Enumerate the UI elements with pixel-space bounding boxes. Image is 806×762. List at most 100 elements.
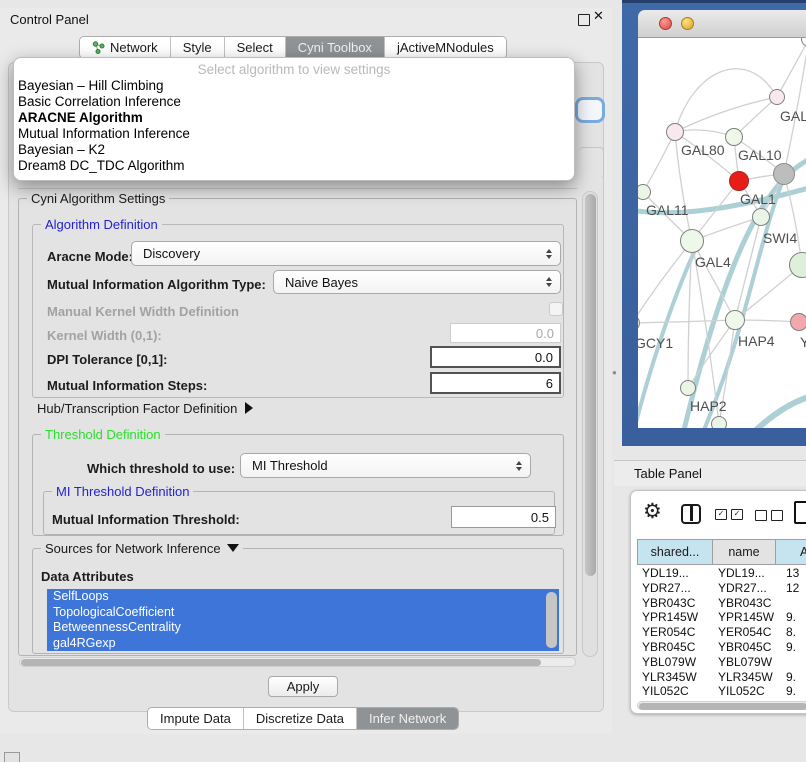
dropdown-item-aracne-algorithm[interactable]: ARACNE Algorithm [14, 110, 574, 126]
attribute-item-topologicalcoefficient[interactable]: TopologicalCoefficient [47, 605, 559, 621]
network-window[interactable]: GALGAL80GAL10GAL1GAL11SWI4GAL4GCY1HAP4YH… [622, 0, 806, 446]
mi-algorithm-type-select[interactable]: Naive Bayes [273, 270, 561, 294]
tab-label: Select [237, 37, 273, 58]
empty-box-icon [755, 510, 767, 521]
table-row[interactable]: YBL079WYBL079W [637, 655, 806, 670]
dpi-tolerance-label: DPI Tolerance [0,1]: [47, 352, 167, 367]
tab-discretize-data[interactable]: Discretize Data [243, 708, 356, 729]
hub-definition-label: Hub/Transcription Factor Definition [37, 401, 237, 416]
table-row[interactable]: YER054CYER054C8. [637, 625, 806, 640]
mi-steps-field[interactable]: 6 [430, 372, 561, 394]
sources-title: Sources for Network Inference [45, 541, 221, 556]
table-cell: YLR345W [637, 670, 713, 685]
network-node-y-partial[interactable] [790, 313, 806, 331]
tab-cyni-toolbox[interactable]: Cyni Toolbox [285, 37, 384, 58]
network-node-node-gray[interactable] [773, 163, 795, 185]
select-all-icon[interactable]: ✓ ✓ [715, 509, 743, 520]
table-panel-title: Table Panel [634, 466, 702, 481]
settings-vertical-scrollbar[interactable] [582, 191, 598, 657]
mi-threshold-field[interactable]: 0.5 [451, 506, 556, 528]
table-row[interactable]: YDL19...YDL19...13 [637, 566, 806, 581]
deselect-all-icon[interactable] [755, 510, 783, 521]
scrollbar-thumb[interactable] [639, 703, 806, 710]
network-node-hap4[interactable] [725, 310, 745, 330]
dropdown-item-dream8-dc-tdc-algorithm[interactable]: Dream8 DC_TDC Algorithm [14, 158, 574, 174]
network-node-gal80[interactable] [666, 123, 684, 141]
table-cell: YDR27... [637, 581, 713, 596]
dropdown-item-mutual-information-inference[interactable]: Mutual Information Inference [14, 126, 574, 142]
table-cell: YPR145W [713, 610, 776, 625]
group-title: Algorithm Definition [41, 217, 162, 232]
float-panel-icon[interactable] [578, 14, 590, 26]
network-node-gal4[interactable] [680, 229, 704, 253]
minimize-traffic-light-icon[interactable] [681, 17, 694, 30]
data-attributes-list[interactable]: SelfLoopsTopologicalCoefficientBetweenne… [47, 589, 559, 651]
splitter-handle[interactable]: ● [612, 368, 618, 377]
tab-network[interactable]: Network [80, 37, 170, 58]
table-horizontal-scrollbar[interactable] [637, 701, 806, 710]
tab-impute-data[interactable]: Impute Data [148, 708, 243, 729]
table-panel: ⚙ ✓ ✓ shared... name A YDL19...YDL19...1… [630, 490, 806, 714]
manual-kernel-width-checkbox[interactable] [549, 302, 563, 316]
tab-jactivemnodules[interactable]: jActiveMNodules [384, 37, 506, 58]
attribute-item-gal4rgexp[interactable]: gal4RGexp [47, 636, 559, 652]
column-header-name[interactable]: name [713, 539, 776, 565]
table-row[interactable]: YLR345WYLR345W9. [637, 670, 806, 685]
network-node-gal-partial[interactable] [769, 89, 785, 105]
obscured-combo-fragment[interactable] [575, 97, 605, 123]
dpi-tolerance-field[interactable]: 0.0 [430, 346, 561, 368]
group-title: MI Threshold Definition [52, 484, 193, 499]
tab-label: Impute Data [160, 708, 231, 729]
network-node-node-bottom[interactable] [711, 416, 727, 428]
table-row[interactable]: YBR045CYBR045C9. [637, 640, 806, 655]
table-row[interactable]: YBR043CYBR043C [637, 596, 806, 611]
table-cell: YBR045C [637, 640, 713, 655]
dropdown-item-basic-correlation-inference[interactable]: Basic Correlation Inference [14, 94, 574, 110]
gear-icon[interactable]: ⚙ [643, 499, 662, 523]
dropdown-item-bayesian-hill-climbing[interactable]: Bayesian – Hill Climbing [14, 78, 574, 94]
aracne-mode-select[interactable]: Discovery [131, 241, 561, 266]
kernel-width-field[interactable]: 0.0 [450, 323, 561, 343]
node-label-gal10: GAL10 [738, 147, 782, 163]
table-row[interactable]: YDR27...YDR27...12 [637, 581, 806, 596]
table-cell: 12 [776, 581, 806, 596]
network-node-gal1[interactable] [729, 171, 749, 191]
hub-definition-toggle[interactable]: Hub/Transcription Factor Definition [37, 401, 253, 416]
dropdown-item-bayesian-k2[interactable]: Bayesian – K2 [14, 142, 574, 158]
network-node-gal10[interactable] [725, 128, 743, 146]
table-row[interactable]: YIL052CYIL052C9. [637, 684, 806, 699]
network-node-hap2[interactable] [680, 380, 696, 396]
tab-infer-network[interactable]: Infer Network [356, 708, 458, 729]
sources-toggle[interactable]: Sources for Network Inference [41, 541, 243, 556]
table-panel-header[interactable]: Table Panel [614, 460, 806, 486]
list-scrollbar-thumb[interactable] [546, 592, 557, 648]
zoom-traffic-light-icon[interactable] [703, 17, 716, 30]
attribute-item-betweennesscentrality[interactable]: BetweennessCentrality [47, 620, 559, 636]
columns-icon[interactable] [681, 504, 701, 524]
node-label-gal4: GAL4 [695, 254, 731, 270]
attribute-item-selfloops[interactable]: SelfLoops [47, 589, 559, 605]
network-canvas[interactable]: GALGAL80GAL10GAL1GAL11SWI4GAL4GCY1HAP4YH… [638, 38, 806, 428]
table-row[interactable]: YPR145WYPR145W9. [637, 610, 806, 625]
tab-select[interactable]: Select [224, 37, 285, 58]
column-header-shared-name[interactable]: shared... [637, 539, 713, 565]
table-cell: YBR043C [713, 596, 776, 611]
export-table-icon[interactable] [794, 501, 806, 524]
checked-box-icon: ✓ [731, 509, 743, 520]
mi-threshold-label: Mutual Information Threshold: [52, 512, 240, 527]
which-threshold-select[interactable]: MI Threshold [240, 453, 531, 478]
tab-style[interactable]: Style [170, 37, 224, 58]
close-traffic-light-icon[interactable] [659, 17, 672, 30]
network-node-swi4[interactable] [752, 208, 770, 226]
close-panel-icon[interactable]: ✕ [593, 9, 604, 24]
node-label-hap2: HAP2 [690, 398, 727, 414]
scrollbar-thumb[interactable] [585, 194, 596, 576]
settings-horizontal-scrollbar[interactable] [19, 657, 576, 667]
column-header-partial[interactable]: A [776, 539, 806, 565]
apply-button[interactable]: Apply [268, 676, 338, 697]
chevron-right-icon [245, 402, 253, 414]
dock-panel-icon[interactable] [4, 752, 20, 762]
control-panel-tabs: NetworkStyle Select Cyni ToolboxjActiveMNo… [79, 36, 507, 59]
scrollbar-thumb[interactable] [21, 659, 541, 666]
network-window-titlebar[interactable] [638, 10, 806, 38]
